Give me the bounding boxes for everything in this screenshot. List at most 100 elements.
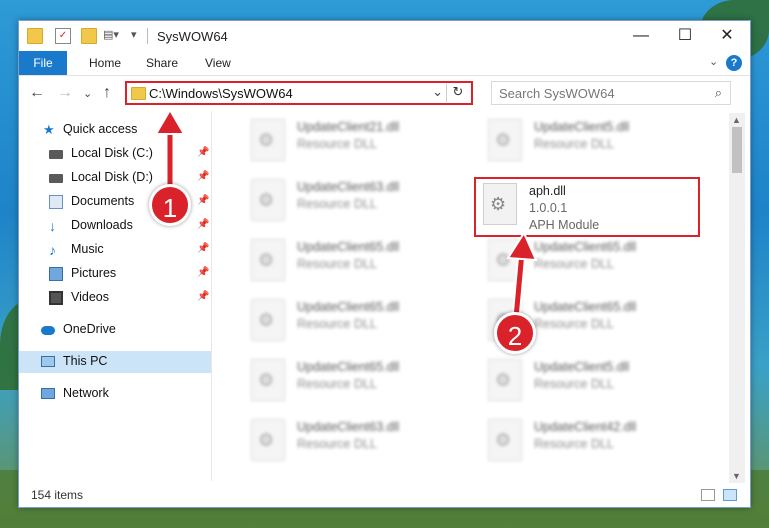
sidebar-item-label: Network: [63, 386, 109, 400]
dll-file-icon: [251, 419, 285, 461]
file-tile[interactable]: UpdateClient21.dll Resource DLL: [247, 117, 467, 169]
minimize-button[interactable]: —: [619, 21, 663, 51]
file-tile[interactable]: UpdateClient65.dll Resource DLL: [484, 237, 704, 289]
cloud-icon: [41, 326, 55, 335]
window-title: SysWOW64: [157, 29, 228, 44]
tab-file[interactable]: File: [19, 51, 67, 75]
sidebar-item-label: Music: [71, 242, 104, 256]
folder-icon: [27, 28, 43, 44]
tab-home[interactable]: Home: [89, 51, 121, 75]
file-type: Resource DLL: [534, 137, 614, 151]
up-arrow-icon[interactable]: ↑: [103, 84, 111, 102]
vertical-scrollbar[interactable]: ▲ ▼: [729, 113, 745, 483]
pin-icon[interactable]: 📌: [197, 171, 209, 182]
documents-icon: [49, 195, 63, 209]
explorer-window: ✓ ▤▾ ▾ SysWOW64 — ☐ ✕ File Home Share Vi…: [18, 20, 751, 508]
sidebar-item-label: Videos: [71, 290, 109, 304]
sidebar-item-quick-access[interactable]: ★ Quick access: [19, 119, 211, 141]
item-count: 154 items: [31, 488, 84, 502]
navigation-bar: ← → ⌄ ↑ C:\Windows\SysWOW64 ⌄ ↻ Search S…: [19, 76, 750, 110]
step-marker-1: 1: [149, 184, 191, 226]
star-icon: ★: [43, 122, 55, 137]
file-type: Resource DLL: [297, 437, 377, 451]
folder-icon: [131, 87, 146, 100]
sidebar-item-label: Local Disk (D:): [71, 170, 153, 184]
sidebar-item-onedrive[interactable]: OneDrive: [19, 319, 211, 341]
file-tile[interactable]: UpdateClient63.dll Resource DLL: [247, 177, 467, 229]
maximize-button[interactable]: ☐: [663, 21, 707, 51]
refresh-icon[interactable]: ↻: [446, 84, 469, 102]
file-tile[interactable]: UpdateClient42.dll Resource DLL: [484, 417, 704, 469]
pin-icon[interactable]: 📌: [197, 147, 209, 158]
sidebar-item-local-disk-c[interactable]: Local Disk (C:) 📌: [19, 143, 211, 165]
file-tile[interactable]: UpdateClient65.dll Resource DLL: [247, 297, 467, 349]
search-input[interactable]: Search SysWOW64 ⌕: [491, 81, 731, 105]
customize-toolbar-icon[interactable]: ▤▾: [103, 28, 119, 42]
dropdown-arrow-icon[interactable]: ▾: [131, 28, 145, 42]
pin-icon[interactable]: 📌: [197, 243, 209, 254]
videos-icon: [49, 291, 63, 305]
file-name: UpdateClient65.dll: [297, 300, 400, 314]
details-view-icon[interactable]: [701, 489, 715, 501]
dll-file-icon: [488, 419, 522, 461]
properties-icon[interactable]: ✓: [55, 28, 71, 44]
file-tile[interactable]: UpdateClient65.dll Resource DLL: [247, 237, 467, 289]
sidebar-item-this-pc[interactable]: This PC: [19, 351, 211, 373]
dll-file-icon: [251, 119, 285, 161]
search-icon[interactable]: ⌕: [715, 85, 722, 101]
sidebar-item-label: Downloads: [71, 218, 133, 232]
sidebar-item-label: This PC: [63, 354, 108, 368]
scroll-down-icon[interactable]: ▼: [732, 471, 741, 481]
file-tile[interactable]: UpdateClient5.dll Resource DLL: [484, 357, 704, 409]
highlight-box-aph-dll: [474, 177, 700, 237]
sidebar-item-label: OneDrive: [63, 322, 116, 336]
close-button[interactable]: ✕: [705, 21, 749, 51]
file-name: UpdateClient65.dll: [534, 300, 637, 314]
expand-ribbon-icon[interactable]: ⌄: [709, 55, 718, 68]
sidebar-item-label: Documents: [71, 194, 135, 208]
title-bar: ✓ ▤▾ ▾ SysWOW64 — ☐ ✕: [19, 21, 750, 51]
recent-locations-icon[interactable]: ⌄: [83, 87, 92, 100]
sidebar-item-label: Local Disk (C:): [71, 146, 153, 160]
sidebar-item-music[interactable]: ♪ Music 📌: [19, 239, 211, 261]
file-name: UpdateClient65.dll: [534, 240, 637, 254]
sidebar-item-pictures[interactable]: Pictures 📌: [19, 263, 211, 285]
sidebar-item-local-disk-d[interactable]: Local Disk (D:) 📌: [19, 167, 211, 189]
file-name: UpdateClient65.dll: [297, 240, 400, 254]
computer-icon: [41, 356, 55, 367]
dll-file-icon: [251, 239, 285, 281]
tab-share[interactable]: Share: [146, 51, 178, 75]
pin-icon[interactable]: 📌: [197, 267, 209, 278]
dll-file-icon: [251, 179, 285, 221]
dll-file-icon: [488, 239, 522, 281]
tiles-view-icon[interactable]: [723, 489, 737, 501]
address-bar[interactable]: C:\Windows\SysWOW64 ⌄ ↻: [125, 81, 473, 105]
ribbon-tabs: File Home Share View ⌄ ?: [19, 51, 750, 76]
scrollbar-thumb[interactable]: [732, 127, 742, 173]
file-name: UpdateClient65.dll: [297, 360, 400, 374]
pin-icon[interactable]: 📌: [197, 195, 209, 206]
pane-divider[interactable]: [211, 111, 212, 481]
help-icon[interactable]: ?: [726, 55, 742, 71]
address-path[interactable]: C:\Windows\SysWOW64: [149, 86, 293, 101]
file-tile[interactable]: UpdateClient63.dll Resource DLL: [247, 417, 467, 469]
file-tile[interactable]: UpdateClient65.dll Resource DLL: [247, 357, 467, 409]
dll-file-icon: [488, 359, 522, 401]
sidebar-item-label: Pictures: [71, 266, 117, 280]
search-placeholder: Search SysWOW64: [499, 86, 615, 101]
forward-arrow-icon[interactable]: →: [57, 84, 73, 102]
address-dropdown-icon[interactable]: ⌄: [432, 84, 443, 100]
pin-icon[interactable]: 📌: [197, 219, 209, 230]
new-folder-icon[interactable]: [81, 28, 97, 44]
file-name: UpdateClient63.dll: [297, 180, 400, 194]
scroll-up-icon[interactable]: ▲: [732, 115, 741, 125]
sidebar-item-videos[interactable]: Videos 📌: [19, 287, 211, 309]
download-icon: ↓: [49, 218, 56, 234]
tab-view[interactable]: View: [205, 51, 231, 75]
file-tile[interactable]: UpdateClient5.dll Resource DLL: [484, 117, 704, 169]
file-name: UpdateClient63.dll: [297, 420, 400, 434]
sidebar-item-network[interactable]: Network: [19, 383, 211, 405]
back-arrow-icon[interactable]: ←: [29, 84, 45, 102]
file-type: Resource DLL: [534, 437, 614, 451]
pin-icon[interactable]: 📌: [197, 291, 209, 302]
